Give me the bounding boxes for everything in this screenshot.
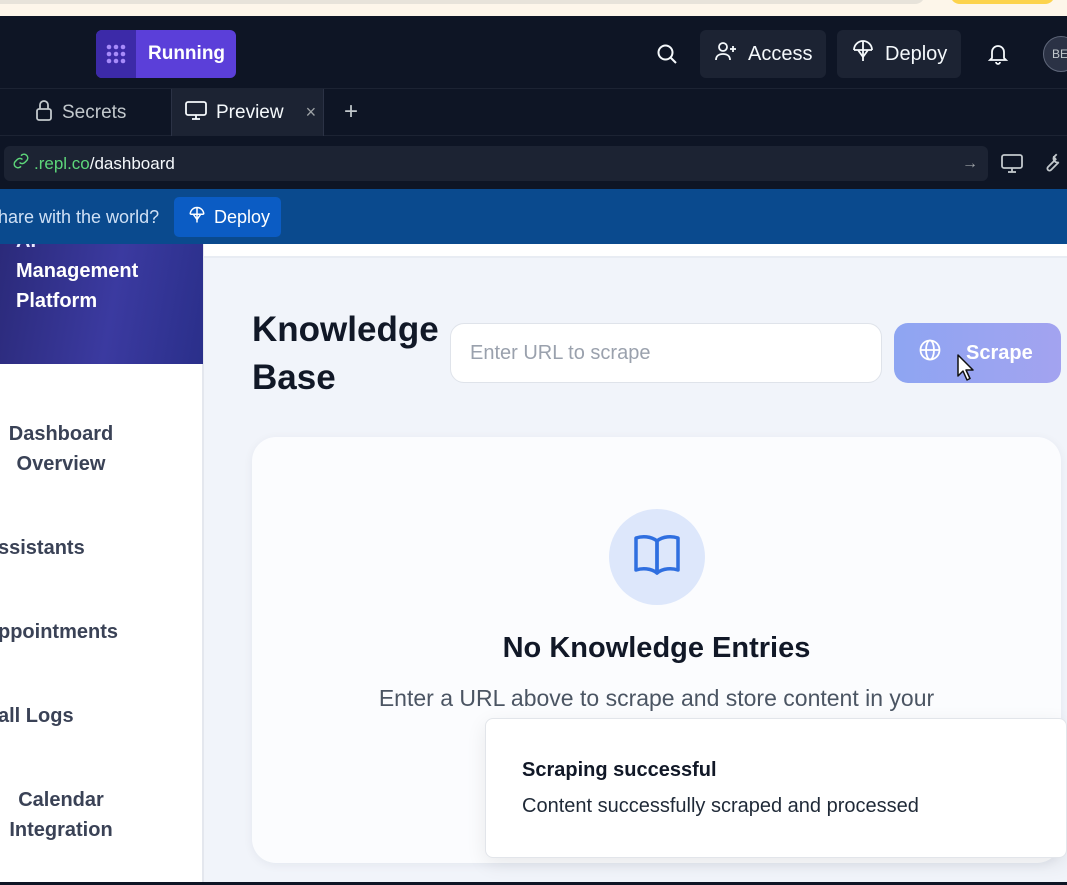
toast-title: Scraping successful	[522, 759, 717, 781]
mouse-cursor-icon	[957, 354, 977, 387]
replit-logo-icon	[96, 30, 136, 78]
url-bar[interactable]: .repl.co /dashboard →	[4, 146, 988, 181]
preview-viewport: AI Management Platform Dashboard Overvie…	[0, 244, 1067, 882]
sidebar-item-assistants[interactable]: ssistants	[0, 533, 85, 563]
run-button[interactable]: Running	[96, 30, 236, 78]
sidebar-item-calendar[interactable]: Calendar Integration	[6, 785, 116, 845]
search-icon[interactable]	[651, 38, 683, 70]
top-strip-button[interactable]	[950, 0, 1055, 4]
deploy-banner: hare with the world? Deploy	[0, 189, 1067, 244]
deploy-icon	[851, 39, 875, 69]
go-arrow-icon[interactable]: →	[962, 155, 978, 173]
lock-icon	[34, 99, 54, 127]
avatar-initials: BE	[1052, 47, 1067, 61]
tab-preview[interactable]: Preview ×	[172, 89, 324, 136]
scrape-url-input[interactable]: Enter URL to scrape	[450, 323, 882, 383]
scrape-button[interactable]: Scrape	[894, 323, 1061, 383]
devices-icon[interactable]	[997, 148, 1027, 178]
scrape-url-placeholder: Enter URL to scrape	[470, 341, 651, 364]
deploy-button[interactable]: Deploy	[837, 30, 962, 78]
deploy-label: Deploy	[885, 42, 948, 65]
empty-state-description: Enter a URL above to scrape and store co…	[378, 685, 935, 711]
toast-message: Content successfully scraped and process…	[522, 795, 919, 817]
sidebar-item-label: Integration	[9, 819, 113, 841]
tab-secrets[interactable]: Secrets	[22, 89, 172, 136]
deploy-banner-text: hare with the world?	[0, 207, 160, 227]
page-title: Knowledge Base	[252, 310, 439, 397]
content-top-bar	[204, 244, 1067, 258]
brand-name-cut: AI	[16, 244, 36, 253]
monitor-icon	[184, 99, 208, 127]
run-button-label: Running	[148, 43, 226, 64]
top-notification-strip	[0, 0, 1067, 16]
brand-name: Management Platform	[16, 260, 139, 312]
access-button[interactable]: Access	[700, 30, 827, 78]
brand-panel: AI Management Platform	[0, 244, 203, 364]
sidebar-item-label: ssistants	[0, 537, 85, 559]
close-icon[interactable]: ×	[306, 102, 317, 123]
sidebar-item-dashboard[interactable]: Dashboard Overview	[6, 419, 116, 479]
banner-deploy-button[interactable]: Deploy	[174, 197, 281, 237]
deploy-icon	[188, 206, 206, 229]
empty-state-title: No Knowledge Entries	[502, 632, 811, 664]
url-domain: .repl.co	[34, 153, 90, 173]
book-icon-circle	[609, 509, 705, 605]
bell-icon[interactable]	[982, 38, 1014, 70]
tab-preview-label: Preview	[216, 101, 284, 123]
app-header: Running Access Deploy BE	[0, 16, 1067, 88]
avatar[interactable]: BE	[1043, 36, 1067, 72]
url-path: /dashboard	[89, 153, 175, 173]
sidebar-item-label: ppointments	[0, 621, 118, 643]
toast-notification[interactable]: Scraping successful Content successfully…	[485, 718, 1067, 858]
book-open-icon	[633, 533, 681, 582]
link-icon	[12, 152, 30, 175]
sidebar-item-label: Dashboard	[8, 423, 114, 445]
url-bar-area: .repl.co /dashboard →	[0, 136, 1067, 189]
user-plus-icon	[714, 39, 738, 69]
sidebar-item-label: Calendar	[18, 789, 104, 811]
banner-deploy-label: Deploy	[214, 206, 271, 227]
globe-icon	[918, 338, 942, 368]
tab-bar: Secrets Preview × +	[0, 88, 1067, 136]
top-strip-bar	[0, 0, 925, 4]
wrench-icon[interactable]	[1036, 148, 1066, 178]
sidebar-item-appointments[interactable]: ppointments	[0, 617, 118, 647]
add-tab-button[interactable]: +	[336, 97, 366, 127]
sidebar-item-label: Overview	[16, 453, 106, 475]
sidebar: AI Management Platform Dashboard Overvie…	[0, 244, 204, 882]
sidebar-item-call-logs[interactable]: all Logs	[0, 701, 74, 731]
tab-secrets-label: Secrets	[62, 101, 127, 123]
access-label: Access	[748, 42, 813, 65]
sidebar-item-label: all Logs	[0, 705, 74, 727]
